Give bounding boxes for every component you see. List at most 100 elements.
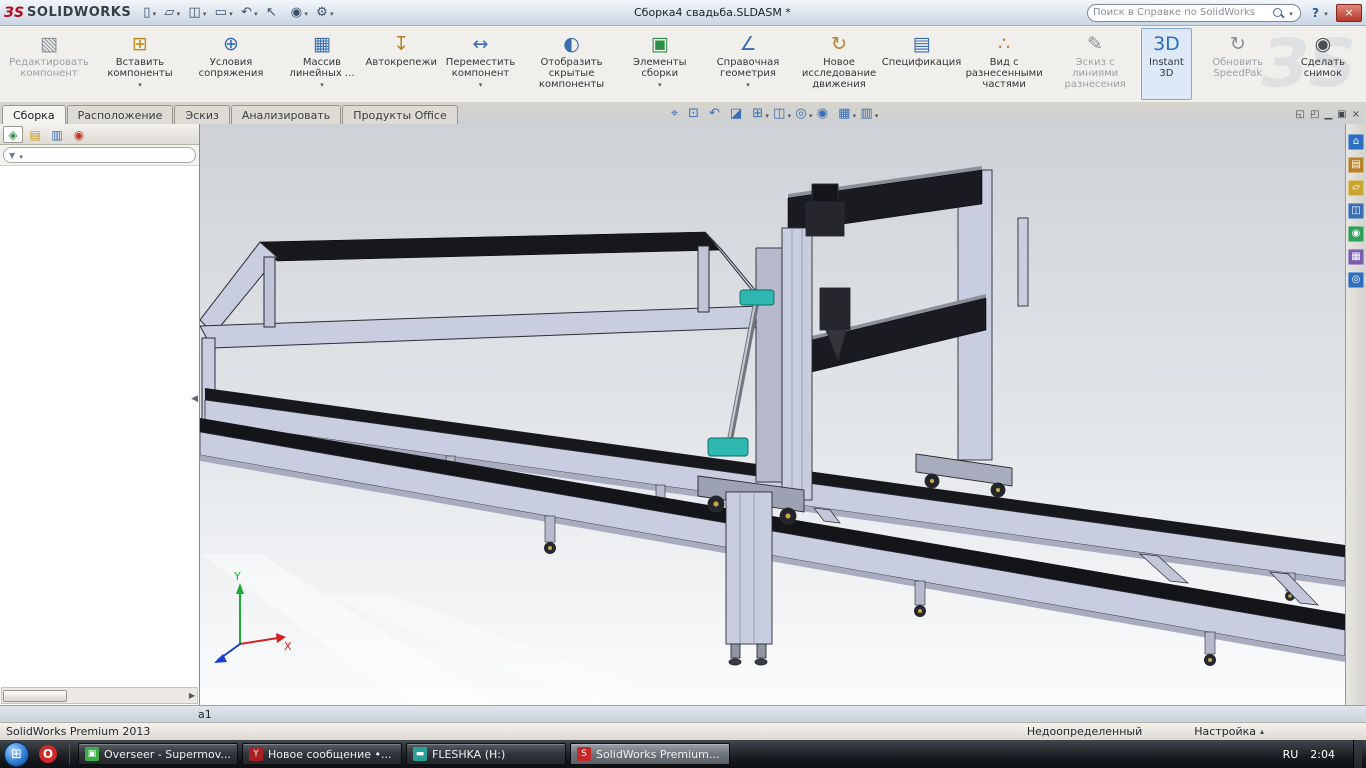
- dropdown-arrow-icon[interactable]: [252, 6, 260, 19]
- explode-line-sketch-button[interactable]: ✎ Эскиз с линиями разнесения: [1050, 28, 1140, 100]
- bill-of-materials-button[interactable]: ▤ Спецификация: [882, 28, 962, 100]
- view-palette-tab[interactable]: ◫: [1348, 203, 1364, 219]
- custom-properties-tab[interactable]: ▦: [1348, 249, 1364, 265]
- feature-filter-input[interactable]: ▼: [3, 147, 196, 163]
- show-hidden-components-button[interactable]: ◐ Отобразить скрытые компоненты: [527, 28, 617, 100]
- app-close-button[interactable]: ×: [1336, 3, 1362, 22]
- tab-evaluate[interactable]: Анализировать: [230, 105, 342, 124]
- opera-quicklaunch[interactable]: O: [39, 745, 57, 763]
- tab-layout[interactable]: Расположение: [66, 105, 174, 124]
- dropdown-arrow-icon[interactable]: [744, 79, 752, 90]
- new-document-button[interactable]: ▯: [141, 4, 160, 22]
- edit-component-button[interactable]: ▧ Редактировать компонент: [4, 28, 94, 100]
- edit-appearance-button[interactable]: ◉: [817, 106, 836, 122]
- help-icon[interactable]: ?: [1309, 6, 1322, 20]
- dropdown-arrow-icon[interactable]: [174, 6, 182, 19]
- configurationmanager-tab[interactable]: ▥: [47, 126, 67, 143]
- instant-3d-button[interactable]: 3D Instant 3D: [1141, 28, 1192, 100]
- propertymanager-tab[interactable]: ▤: [25, 126, 45, 143]
- taskbar-fleshka[interactable]: ▬ FLESHKA (H:): [406, 743, 566, 765]
- rebuild-button[interactable]: ◉: [289, 4, 312, 22]
- search-dropdown-icon[interactable]: [1287, 6, 1295, 19]
- dropdown-arrow-icon[interactable]: [302, 6, 310, 19]
- displaymanager-tab[interactable]: ◉: [69, 126, 89, 143]
- save-button[interactable]: ◫: [186, 4, 210, 22]
- dropdown-arrow-icon[interactable]: [150, 6, 158, 19]
- taskbar-clock[interactable]: 2:04: [1310, 748, 1341, 761]
- dropdown-arrow-icon[interactable]: [785, 108, 793, 121]
- section-view-button[interactable]: ◪: [730, 106, 750, 122]
- dropdown-arrow-icon[interactable]: [318, 79, 326, 90]
- insert-components-button[interactable]: ⊞ Вставить компоненты: [95, 28, 185, 100]
- solidworks-resources-tab[interactable]: ⌂: [1348, 134, 1364, 150]
- panel-collapse-icon[interactable]: ◀: [191, 394, 198, 404]
- view-tool-icon: ◪: [729, 106, 743, 121]
- dropdown-arrow-icon[interactable]: [227, 6, 235, 19]
- help-dropdown-icon[interactable]: [1322, 6, 1330, 19]
- mate-button[interactable]: ⊕ Условия сопряжения: [186, 28, 276, 100]
- dropdown-arrow-icon[interactable]: [656, 79, 664, 90]
- tab-office-products[interactable]: Продукты Office: [342, 105, 458, 124]
- graphics-area[interactable]: Y X: [200, 124, 1345, 705]
- new-motion-study-button[interactable]: ↻ Новое исследование движения: [794, 28, 884, 100]
- language-indicator[interactable]: RU: [1283, 748, 1299, 761]
- zoom-fit-button[interactable]: ⌖: [671, 106, 686, 122]
- undo-button[interactable]: ↶: [239, 4, 262, 22]
- view-settings-button[interactable]: ▥: [860, 106, 880, 122]
- doc-minimize-button[interactable]: ▁: [1324, 109, 1332, 121]
- model-tab[interactable]: а1: [198, 708, 212, 721]
- customize-menu[interactable]: Настройка ▴: [1194, 725, 1264, 738]
- doc-pane-left-button[interactable]: ◱: [1296, 109, 1305, 121]
- previous-view-button[interactable]: ↶: [709, 106, 728, 122]
- forum-tab[interactable]: ◎: [1348, 272, 1364, 288]
- open-document-button[interactable]: ▱: [162, 4, 184, 22]
- doc-restore-button[interactable]: ▣: [1337, 109, 1346, 121]
- dropdown-arrow-icon[interactable]: [850, 108, 858, 121]
- options-button[interactable]: ⚙: [314, 4, 338, 22]
- show-desktop-button[interactable]: [1353, 740, 1362, 768]
- dropdown-arrow-icon[interactable]: [763, 108, 771, 121]
- assembly-features-button[interactable]: ▣ Элементы сборки: [618, 28, 702, 100]
- search-input[interactable]: [1093, 7, 1270, 18]
- dropdown-arrow-icon[interactable]: [477, 79, 485, 90]
- take-snapshot-button[interactable]: ◉ Сделать снимок: [1284, 28, 1362, 100]
- update-speedpak-button[interactable]: ↻ Обновить SpeedPak: [1193, 28, 1283, 100]
- help-search-box[interactable]: [1087, 3, 1302, 22]
- zoom-area-button[interactable]: ⊡: [688, 106, 707, 122]
- start-button[interactable]: ⊞: [4, 741, 29, 767]
- exploded-view-button[interactable]: ∴ Вид с разнесенными частями: [959, 28, 1049, 100]
- filter-dropdown-icon[interactable]: [17, 149, 25, 162]
- panel-horizontal-scrollbar[interactable]: ▶: [1, 687, 198, 704]
- design-library-tab[interactable]: ▤: [1348, 157, 1364, 173]
- display-style-button[interactable]: ◫: [773, 106, 793, 122]
- dropdown-arrow-icon[interactable]: [201, 6, 209, 19]
- reference-geometry-button[interactable]: ∠ Справочная геометрия: [703, 28, 793, 100]
- smart-fasteners-button[interactable]: ↧ Автокрепежи: [366, 28, 437, 100]
- feature-tree-area[interactable]: [0, 166, 199, 687]
- taskbar-new-message[interactable]: Y Новое сообщение •...: [242, 743, 402, 765]
- taskbar-solidworks[interactable]: S SolidWorks Premium...: [570, 743, 730, 765]
- scroll-right-icon[interactable]: ▶: [187, 691, 197, 700]
- dropdown-arrow-icon[interactable]: [873, 108, 881, 121]
- search-icon[interactable]: [1272, 7, 1284, 19]
- view-orientation-button[interactable]: ⊞: [752, 106, 771, 122]
- taskbar-overseer[interactable]: ▣ Overseer - Supermov...: [78, 743, 238, 765]
- scrollbar-thumb[interactable]: [3, 689, 67, 702]
- apply-scene-button[interactable]: ▦: [838, 106, 858, 122]
- dropdown-arrow-icon[interactable]: [807, 108, 815, 121]
- linear-pattern-button[interactable]: ▦ Массив линейных ...: [277, 28, 367, 100]
- tab-assembly[interactable]: Сборка: [2, 105, 66, 124]
- move-component-button[interactable]: ↔ Переместить компонент: [436, 28, 526, 100]
- dropdown-arrow-icon[interactable]: [136, 79, 144, 90]
- featuremanager-tree-tab[interactable]: ◈: [3, 125, 23, 143]
- print-button[interactable]: ▭: [213, 4, 237, 22]
- dropdown-arrow-icon[interactable]: [328, 6, 336, 19]
- doc-pane-right-button[interactable]: ◰: [1310, 109, 1319, 121]
- select-button[interactable]: ↖: [264, 4, 287, 22]
- file-explorer-tab[interactable]: ▱: [1348, 180, 1364, 196]
- doc-close-button[interactable]: ×: [1352, 109, 1360, 121]
- tab-sketch[interactable]: Эскиз: [174, 105, 230, 124]
- tool-icon: ▱: [164, 4, 175, 20]
- appearances-scenes-tab[interactable]: ◉: [1348, 226, 1364, 242]
- hide-show-items-button[interactable]: ◎: [795, 106, 814, 122]
